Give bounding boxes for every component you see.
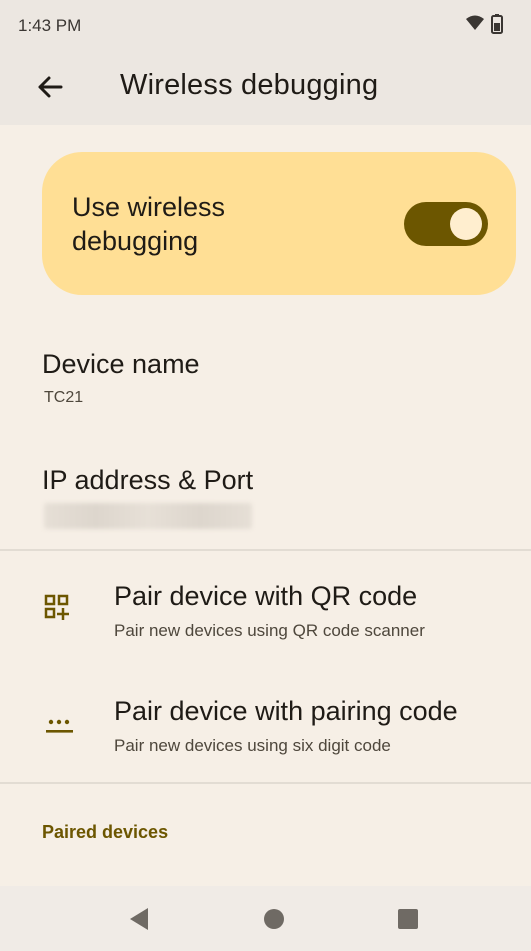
pair-code-summary: Pair new devices using six digit code — [114, 736, 391, 755]
pair-qr-summary: Pair new devices using QR code scanner — [114, 621, 425, 640]
qr-code-scanner-icon — [43, 592, 77, 626]
switch-label: Use wireless debugging — [72, 192, 226, 256]
wireless-debugging-screen: 1:43 PM Wireless debugging Use wireless … — [0, 0, 531, 951]
back-triangle-icon — [130, 908, 148, 930]
device-name-item[interactable]: Device name TC21 — [0, 340, 531, 430]
use-wireless-debugging-switch-bar[interactable]: Use wireless debugging — [42, 152, 516, 295]
back-button[interactable] — [33, 70, 67, 104]
home-circle-icon — [264, 909, 284, 929]
divider — [0, 782, 531, 784]
status-time: 1:43 PM — [18, 16, 82, 35]
device-name-title: Device name — [42, 349, 200, 379]
battery-icon — [491, 14, 503, 39]
nav-home-button[interactable] — [261, 906, 287, 932]
page-title: Wireless debugging — [120, 69, 379, 101]
recents-square-icon — [398, 909, 418, 929]
ip-address-value-blurred — [44, 503, 252, 529]
pair-qr-code-item[interactable]: Pair device with QR code Pair new device… — [0, 566, 531, 666]
ip-address-title: IP address & Port — [42, 465, 254, 495]
arrow-back-icon — [38, 76, 63, 98]
paired-devices-header: Paired devices — [42, 822, 169, 842]
nav-recents-button[interactable] — [395, 906, 421, 932]
device-name-value: TC21 — [44, 389, 84, 406]
divider — [0, 549, 531, 551]
status-icons — [465, 14, 503, 39]
pair-qr-title: Pair device with QR code — [114, 581, 418, 611]
ip-address-item[interactable]: IP address & Port — [0, 456, 531, 544]
nav-back-button[interactable] — [126, 906, 152, 932]
app-bar: Wireless debugging — [0, 50, 531, 125]
dialpad-icon — [43, 709, 77, 743]
wireless-debugging-toggle[interactable] — [404, 202, 488, 246]
toggle-thumb — [450, 208, 482, 240]
navigation-bar — [0, 886, 531, 951]
pair-pairing-code-item[interactable]: Pair device with pairing code Pair new d… — [0, 683, 531, 778]
status-bar: 1:43 PM — [0, 0, 531, 50]
pair-code-title: Pair device with pairing code — [114, 696, 458, 726]
wifi-icon — [465, 14, 485, 39]
